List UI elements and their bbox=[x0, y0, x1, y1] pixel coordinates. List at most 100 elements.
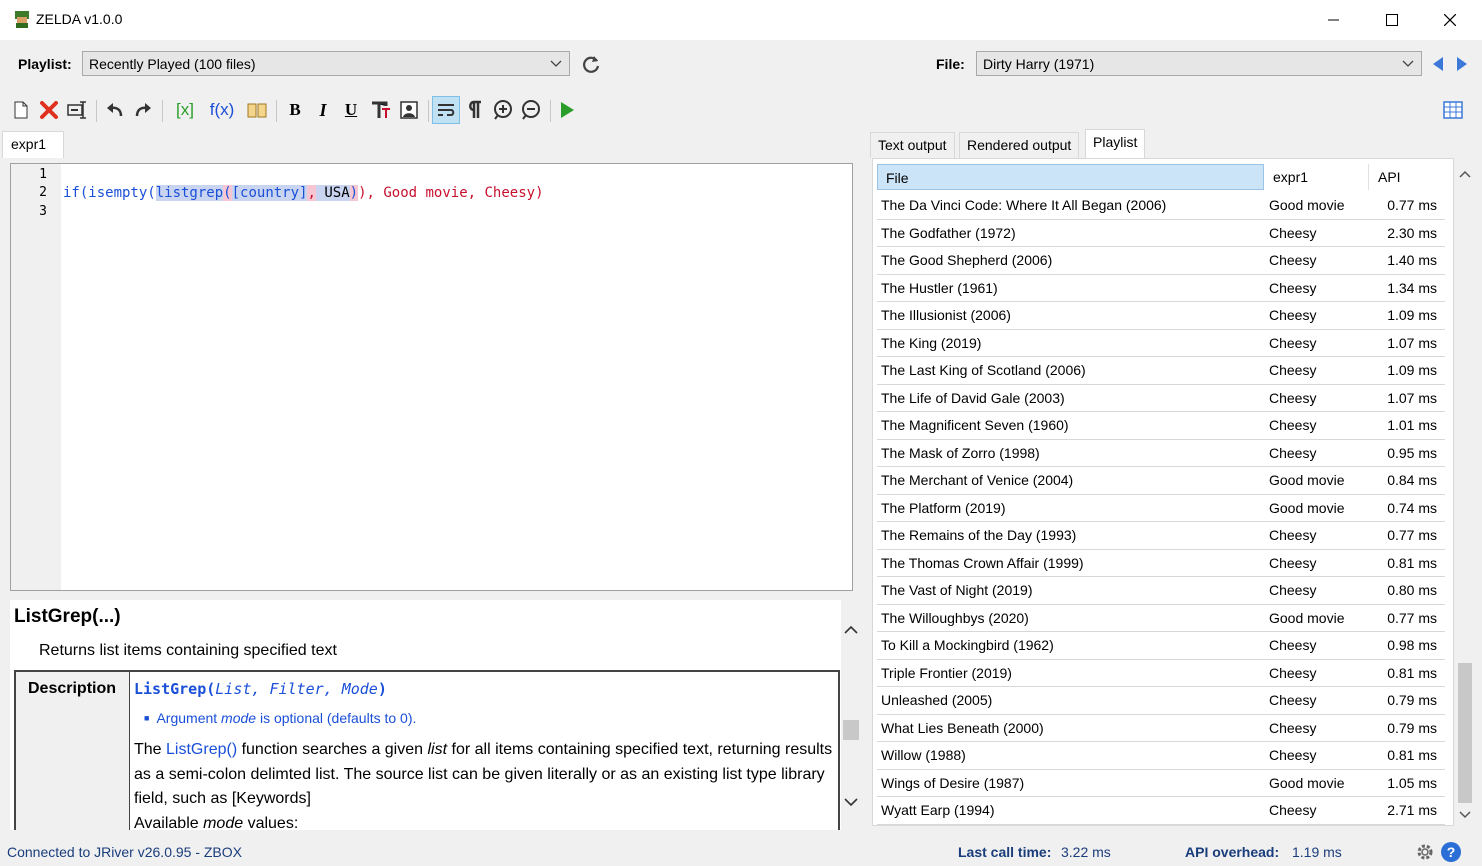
toolbar-separator bbox=[428, 100, 429, 122]
table-row[interactable]: The Illusionist (2006) Cheesy 1.09 ms bbox=[877, 302, 1445, 330]
next-file-icon[interactable] bbox=[1454, 55, 1470, 73]
table-row[interactable]: The Platform (2019) Good movie 0.74 ms bbox=[877, 495, 1445, 522]
expr1-cell: Good movie bbox=[1269, 197, 1345, 213]
zoom-in-button[interactable] bbox=[490, 97, 516, 123]
body-text: Available bbox=[134, 814, 204, 831]
zoom-out-button[interactable] bbox=[518, 97, 544, 123]
table-row[interactable]: The Good Shepherd (2006) Cheesy 1.40 ms bbox=[877, 247, 1445, 275]
table-row[interactable]: The Life of David Gale (2003) Cheesy 1.07 … bbox=[877, 385, 1445, 412]
playlist-label: Playlist: bbox=[18, 56, 72, 72]
expr1-cell: Good movie bbox=[1269, 499, 1345, 516]
table-row[interactable]: The Remains of the Day (1993) Cheesy 0.77 … bbox=[877, 522, 1445, 550]
table-row[interactable]: Unleashed (2005) Cheesy 0.79 ms bbox=[877, 687, 1445, 715]
column-header-api[interactable]: API bbox=[1370, 164, 1446, 190]
file-cell: What Lies Beneath (2000) bbox=[881, 719, 1044, 736]
table-row[interactable]: The Thomas Crown Affair (1999) Cheesy 0.81… bbox=[877, 550, 1445, 577]
minimize-button[interactable] bbox=[1305, 0, 1363, 40]
api-cell: 2.71 ms bbox=[1387, 802, 1437, 818]
run-button[interactable] bbox=[554, 97, 580, 123]
insert-field-button[interactable]: [x] bbox=[170, 97, 200, 123]
portrait-button[interactable] bbox=[396, 97, 422, 123]
word-wrap-button[interactable] bbox=[432, 96, 460, 124]
table-row[interactable]: The Merchant of Venice (2004) Good movie 0… bbox=[877, 467, 1445, 495]
file-select[interactable]: Dirty Harry (1971) bbox=[976, 51, 1422, 76]
api-overhead-value: 1.19 ms bbox=[1292, 844, 1342, 860]
table-row[interactable]: The Godfather (1972) Cheesy 2.30 ms bbox=[877, 220, 1445, 247]
chevron-down-icon[interactable] bbox=[1458, 810, 1472, 820]
bold-button[interactable]: B bbox=[282, 97, 308, 123]
help-icon[interactable]: ? bbox=[1440, 841, 1462, 863]
redo-button[interactable] bbox=[130, 97, 156, 123]
table-row[interactable]: The Magnificent Seven (1960) Cheesy 1.01 m… bbox=[877, 412, 1445, 440]
code-token-paren: ( bbox=[223, 185, 232, 201]
table-row[interactable]: The Mask of Zorro (1998) Cheesy 0.95 ms bbox=[877, 440, 1445, 467]
api-cell: 0.77 ms bbox=[1387, 197, 1437, 213]
code-token-comma: , bbox=[307, 185, 316, 201]
table-row[interactable]: The Vast of Night (2019) Cheesy 0.80 ms bbox=[877, 577, 1445, 605]
gear-icon[interactable] bbox=[1414, 841, 1436, 863]
table-view-button[interactable] bbox=[1440, 97, 1466, 123]
table-row[interactable]: The Hustler (1961) Cheesy 1.34 ms bbox=[877, 275, 1445, 302]
font-button[interactable] bbox=[368, 97, 394, 123]
file-cell: The Platform (2019) bbox=[881, 499, 1006, 516]
insert-function-button[interactable]: f(x) bbox=[205, 97, 239, 123]
undo-icon bbox=[107, 103, 123, 117]
file-cell: The Mask of Zorro (1998) bbox=[881, 444, 1040, 461]
argument-note: ■ Argument mode is optional (defaults to… bbox=[144, 710, 417, 726]
expr1-cell: Cheesy bbox=[1269, 527, 1317, 543]
file-cell: The Life of David Gale (2003) bbox=[881, 389, 1065, 406]
expr1-cell: Cheesy bbox=[1269, 664, 1317, 681]
scrollbar-thumb[interactable] bbox=[843, 720, 859, 740]
tab-rendered-output[interactable]: Rendered output bbox=[959, 132, 1080, 158]
window-title: ZELDA v1.0.0 bbox=[36, 11, 123, 27]
delete-button[interactable] bbox=[36, 97, 62, 123]
table-row[interactable]: Triple Frontier (2019) Cheesy 0.81 ms bbox=[877, 660, 1445, 687]
table-row[interactable]: Wings of Desire (1987) Good movie 1.05 ms bbox=[877, 770, 1445, 797]
tab-text-output[interactable]: Text output bbox=[870, 132, 955, 158]
maximize-icon bbox=[1386, 14, 1398, 26]
column-header-expr1[interactable]: expr1 bbox=[1265, 164, 1369, 190]
help-scrollbar[interactable] bbox=[841, 600, 861, 830]
refresh-icon[interactable] bbox=[580, 53, 602, 75]
table-row[interactable]: Wyatt Earp (1994) Cheesy 2.71 ms bbox=[877, 797, 1445, 825]
table-row[interactable]: The Willoughbys (2020) Good movie 0.77 ms bbox=[877, 605, 1445, 632]
scrollbar-thumb[interactable] bbox=[1458, 663, 1472, 803]
show-whitespace-button[interactable] bbox=[462, 97, 488, 123]
code-line[interactable]: if(isempty(listgrep([country], USA)), Go… bbox=[63, 185, 544, 201]
table-row[interactable]: What Lies Beneath (2000) Cheesy 0.79 ms bbox=[877, 715, 1445, 742]
function-link[interactable]: ListGrep() bbox=[166, 741, 237, 758]
column-header-file[interactable]: File bbox=[877, 164, 1264, 190]
tab-playlist[interactable]: Playlist bbox=[1085, 129, 1146, 158]
file-cell: The Remains of the Day (1993) bbox=[881, 527, 1077, 543]
table-row[interactable]: Willow (1988) Cheesy 0.81 ms bbox=[877, 742, 1445, 770]
chevron-down-icon bbox=[1402, 60, 1414, 67]
table-row[interactable]: The Last King of Scotland (2006) Cheesy 1.… bbox=[877, 357, 1445, 385]
previous-file-icon[interactable] bbox=[1430, 55, 1446, 73]
maximize-button[interactable] bbox=[1363, 0, 1421, 40]
editor-tab[interactable]: expr1 bbox=[2, 131, 64, 158]
table-row[interactable]: To Kill a Mockingbird (1962) Cheesy 0.98 m… bbox=[877, 632, 1445, 660]
rename-button[interactable] bbox=[64, 97, 90, 123]
line-number-gutter: 1 2 3 bbox=[11, 164, 61, 590]
line-number: 1 bbox=[39, 167, 47, 182]
zoom-out-icon bbox=[522, 100, 540, 120]
chevron-up-icon[interactable] bbox=[844, 624, 858, 636]
code-editor[interactable]: 1 2 3 if(isempty(listgrep([country], USA… bbox=[10, 163, 853, 591]
table-row[interactable]: The Da Vinci Code: Where It All Began (2… bbox=[877, 192, 1445, 220]
table-scrollbar[interactable] bbox=[1455, 163, 1475, 826]
table-row[interactable]: The King (2019) Cheesy 1.07 ms bbox=[877, 330, 1445, 357]
reference-button[interactable] bbox=[244, 97, 270, 123]
new-button[interactable] bbox=[8, 97, 34, 123]
chevron-up-icon[interactable] bbox=[1458, 169, 1472, 179]
api-cell: 1.40 ms bbox=[1387, 252, 1437, 268]
api-cell: 0.74 ms bbox=[1387, 499, 1437, 516]
undo-button[interactable] bbox=[102, 97, 128, 123]
italic-button[interactable]: I bbox=[310, 97, 336, 123]
chevron-down-icon[interactable] bbox=[844, 796, 858, 808]
underline-button[interactable]: U bbox=[338, 97, 364, 123]
playlist-select[interactable]: Recently Played (100 files) bbox=[82, 51, 570, 76]
file-cell: The King (2019) bbox=[881, 334, 982, 351]
close-button[interactable] bbox=[1421, 0, 1479, 40]
body-em: mode bbox=[203, 814, 244, 831]
portrait-icon bbox=[400, 101, 418, 119]
